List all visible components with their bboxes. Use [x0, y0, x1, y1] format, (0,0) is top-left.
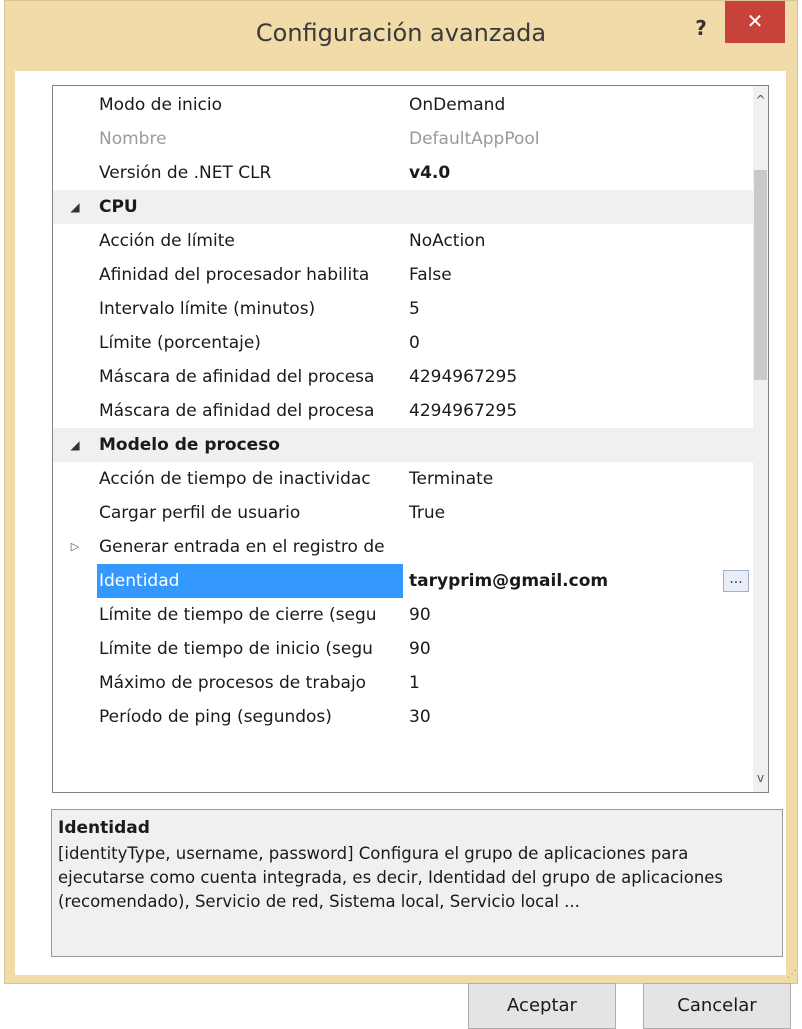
scroll-thumb[interactable] — [754, 170, 767, 380]
property-row[interactable]: Acción de tiempo de inactividac Terminate — [53, 462, 755, 496]
vertical-scrollbar[interactable]: ^ v — [753, 86, 768, 792]
property-grid: Modo de inicio OnDemand Nombre DefaultAppPo… — [52, 85, 769, 793]
property-value[interactable]: 5 — [405, 292, 753, 326]
property-value[interactable]: Terminate — [405, 462, 753, 496]
window-title: Configuración avanzada — [255, 19, 547, 47]
property-value[interactable]: v4.0 — [405, 156, 753, 190]
expand-arrow-icon[interactable]: ▷ — [53, 530, 97, 564]
resize-grip-icon[interactable]: ⋰ — [787, 969, 797, 980]
scroll-down-icon[interactable]: v — [753, 764, 768, 792]
property-name: Máscara de afinidad del procesa — [99, 401, 375, 421]
dialog-body: Modo de inicio OnDemand Nombre DefaultAppPo… — [15, 71, 791, 1029]
property-row[interactable]: Modo de inicio OnDemand — [53, 88, 755, 122]
property-value[interactable]: 0 — [405, 326, 753, 360]
property-value[interactable]: taryprim@gmail.com — [405, 564, 753, 598]
property-row[interactable]: Acción de límite NoAction — [53, 224, 755, 258]
property-value[interactable]: DefaultAppPool — [405, 122, 753, 156]
description-text: [identityType, username, password] Confi… — [58, 844, 724, 911]
property-name: Intervalo límite (minutos) — [99, 299, 316, 319]
property-value[interactable]: NoAction — [405, 224, 753, 258]
property-row[interactable]: Cargar perfil de usuario True — [53, 496, 755, 530]
scroll-up-icon[interactable]: ^ — [753, 86, 768, 114]
row-gutter — [53, 224, 97, 258]
property-row[interactable]: Nombre DefaultAppPool — [53, 122, 755, 156]
property-row[interactable]: Máscara de afinidad del procesa 429496729… — [53, 394, 755, 428]
property-value[interactable]: 4294967295 — [405, 394, 753, 428]
property-row[interactable]: Máximo de procesos de trabajo 1 — [53, 666, 755, 700]
row-gutter — [53, 564, 97, 598]
property-row[interactable]: Máscara de afinidad del procesa 429496729… — [53, 360, 755, 394]
row-gutter — [53, 258, 97, 292]
property-name: Límite de tiempo de cierre (segu — [99, 605, 377, 625]
row-gutter — [53, 496, 97, 530]
row-gutter — [53, 326, 97, 360]
property-name: Identidad — [97, 564, 403, 598]
property-row[interactable]: Límite de tiempo de cierre (segu 90 — [53, 598, 755, 632]
description-title: Identidad — [58, 818, 150, 838]
title-bar[interactable]: Configuración avanzada ? ✕ — [5, 1, 797, 71]
property-name: Versión de .NET CLR — [99, 163, 272, 183]
row-gutter — [53, 700, 97, 734]
property-value[interactable]: 90 — [405, 598, 753, 632]
property-name: Máscara de afinidad del procesa — [99, 367, 375, 387]
close-button[interactable]: ✕ — [725, 1, 785, 43]
property-row[interactable]: Límite (porcentaje) 0 — [53, 326, 755, 360]
collapse-arrow-icon[interactable]: ◢ — [53, 190, 97, 224]
accept-button[interactable]: Aceptar — [468, 983, 616, 1029]
description-panel: Identidad [identityType, username, passw… — [51, 809, 783, 957]
row-gutter — [53, 666, 97, 700]
cancel-button[interactable]: Cancelar — [643, 983, 791, 1029]
property-value[interactable] — [405, 530, 753, 564]
category-label: Modelo de proceso — [99, 435, 280, 455]
property-value[interactable]: 4294967295 — [405, 360, 753, 394]
row-gutter — [53, 360, 97, 394]
help-button[interactable]: ? — [683, 13, 719, 45]
property-row[interactable]: Período de ping (segundos) 30 — [53, 700, 755, 734]
category-label: CPU — [99, 197, 138, 217]
property-row[interactable]: ▷ Generar entrada en el registro de — [53, 530, 755, 564]
advanced-settings-window: Configuración avanzada ? ✕ Modo de inici… — [4, 0, 798, 1029]
property-row[interactable]: Afinidad del procesador habilita False — [53, 258, 755, 292]
row-gutter — [53, 394, 97, 428]
property-value[interactable]: False — [405, 258, 753, 292]
row-gutter — [53, 462, 97, 496]
property-row[interactable]: Intervalo límite (minutos) 5 — [53, 292, 755, 326]
property-name: Generar entrada en el registro de — [99, 537, 385, 557]
property-name: Cargar perfil de usuario — [99, 503, 301, 523]
property-value[interactable]: OnDemand — [405, 88, 753, 122]
property-row[interactable]: Versión de .NET CLR v4.0 — [53, 156, 755, 190]
property-name: Límite de tiempo de inicio (segu — [99, 639, 373, 659]
category-row[interactable]: ◢ CPU — [53, 190, 755, 224]
row-gutter — [53, 88, 97, 122]
property-row[interactable]: Identidad taryprim@gmail.com... — [53, 564, 755, 598]
property-value[interactable]: 1 — [405, 666, 753, 700]
property-row[interactable]: Límite de tiempo de inicio (segu 90 — [53, 632, 755, 666]
row-gutter — [53, 598, 97, 632]
row-gutter — [53, 156, 97, 190]
property-name: Afinidad del procesador habilita — [99, 265, 370, 285]
property-name: Acción de tiempo de inactividac — [99, 469, 371, 489]
row-gutter — [53, 292, 97, 326]
property-value[interactable]: 90 — [405, 632, 753, 666]
property-value[interactable]: 30 — [405, 700, 753, 734]
ellipsis-button[interactable]: ... — [723, 570, 749, 592]
property-name: Acción de límite — [99, 231, 235, 251]
row-gutter — [53, 122, 97, 156]
property-name: Nombre — [99, 129, 167, 149]
property-name: Máximo de procesos de trabajo — [99, 673, 367, 693]
property-value[interactable]: True — [405, 496, 753, 530]
property-name: Período de ping (segundos) — [99, 707, 332, 727]
property-name: Límite (porcentaje) — [99, 333, 261, 353]
category-row[interactable]: ◢ Modelo de proceso — [53, 428, 755, 462]
row-gutter — [53, 632, 97, 666]
collapse-arrow-icon[interactable]: ◢ — [53, 428, 97, 462]
property-name: Modo de inicio — [99, 95, 223, 115]
